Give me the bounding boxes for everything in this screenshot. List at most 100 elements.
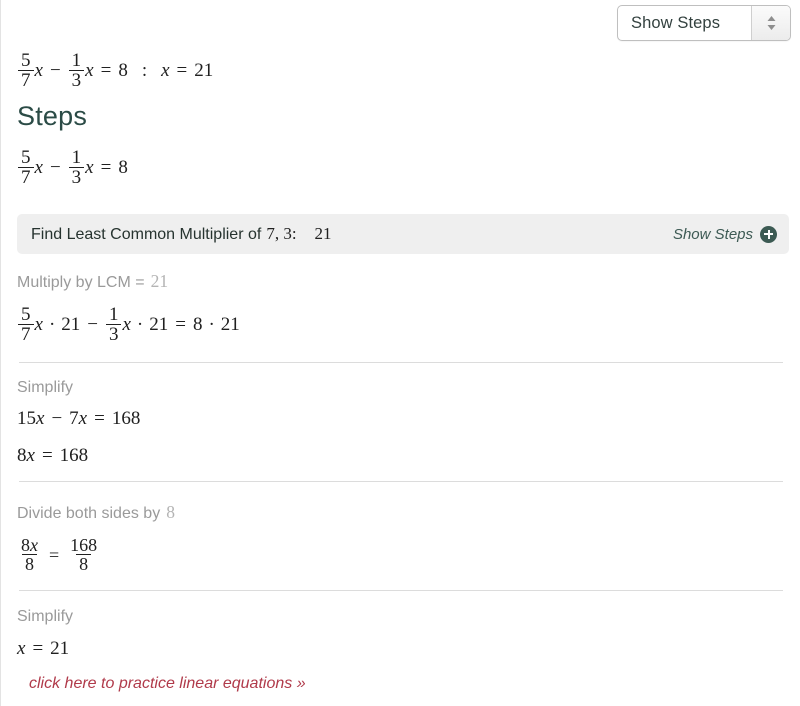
lcm-show-steps-label: Show Steps xyxy=(672,225,753,243)
step2b-var: x xyxy=(26,445,35,466)
restate-fraction-1-3: 1 3 xyxy=(68,147,85,188)
query-separator: : xyxy=(141,60,148,82)
lcm-text-prefix: Find Least Common Multiplier of xyxy=(31,226,262,243)
numerator: 5 xyxy=(21,147,31,168)
step1-dot-3: · xyxy=(208,314,215,336)
denominator: 3 xyxy=(68,70,85,91)
step4-value: 21 xyxy=(50,638,70,659)
step1-dot-1: · xyxy=(48,314,56,336)
query-answer-value: 21 xyxy=(194,60,214,82)
query-minus: − xyxy=(49,60,61,82)
step4-equation: x = 21 xyxy=(17,639,69,658)
query-var-1: x xyxy=(34,60,43,82)
steps-heading: Steps xyxy=(17,101,88,131)
lcm-numbers: 7, 3: xyxy=(266,224,297,243)
numerator: 5 xyxy=(21,304,31,325)
step1-equals: = xyxy=(175,314,186,336)
step1-fraction-1-3: 1 3 xyxy=(105,304,122,345)
query-rhs: 8 xyxy=(118,60,128,82)
denominator: 7 xyxy=(18,70,34,91)
numerator: 1 xyxy=(71,147,82,168)
step4-var: x xyxy=(17,638,26,659)
step1-fraction-5-7: 5 7 xyxy=(18,305,34,345)
toolbar: Show Steps xyxy=(1,0,800,46)
step-label-multiply-by-lcm: Multiply by LCM = 21 xyxy=(17,271,168,292)
step-label-simplify-1: Simplify xyxy=(17,379,73,397)
numerator: 1 xyxy=(108,304,119,325)
step2-rhs: 168 xyxy=(111,408,141,429)
step1-mult-2: 21 xyxy=(149,314,169,336)
query-answer-equals: = xyxy=(176,60,188,82)
numerator: 1 xyxy=(71,50,82,71)
show-steps-select-value: Show Steps xyxy=(631,13,721,32)
restate-rhs: 8 xyxy=(118,157,128,179)
denominator: 8 xyxy=(76,554,92,574)
step3-label-text: Divide both sides by xyxy=(17,505,161,522)
step2-minus: − xyxy=(51,408,63,429)
step1-label-text: Multiply by LCM = xyxy=(17,274,145,291)
show-steps-select[interactable]: Show Steps xyxy=(617,5,791,41)
step1-mult-1: 21 xyxy=(61,314,81,336)
lcm-description: Find Least Common Multiplier of 7, 3: 21 xyxy=(31,224,332,244)
divider-2 xyxy=(19,481,783,482)
step2-equation-line1: 15 x − 7x = 168 xyxy=(17,409,140,428)
query-answer-var: x xyxy=(161,60,170,82)
step1-minus: − xyxy=(87,314,98,336)
restate-minus: − xyxy=(49,157,61,179)
denominator: 8 xyxy=(22,554,37,574)
query-fraction-1-3: 1 3 xyxy=(68,50,85,91)
step1-dot-2: · xyxy=(136,314,144,336)
step3-fraction-left: 8x 8 xyxy=(18,536,41,574)
query-equals: = xyxy=(100,60,112,82)
step-label-simplify-2: Simplify xyxy=(17,608,73,626)
lcm-panel[interactable]: Find Least Common Multiplier of 7, 3: 21… xyxy=(17,214,789,254)
step1-lcm-value: 21 xyxy=(150,271,169,291)
step2b-rhs: 168 xyxy=(59,445,89,466)
lcm-show-steps-button[interactable]: Show Steps xyxy=(672,225,777,243)
divider-3 xyxy=(19,590,783,591)
select-spinner-arrows[interactable] xyxy=(751,6,790,40)
step3-num-var: x xyxy=(30,535,38,555)
query-fraction-5-7: 5 7 xyxy=(18,51,34,91)
step2b-coef: 8 xyxy=(17,445,27,466)
step1-var-2: x xyxy=(122,314,131,336)
practice-linear-equations-link[interactable]: click here to practice linear equations … xyxy=(29,675,306,693)
numerator: 8x xyxy=(18,536,41,554)
denominator: 7 xyxy=(18,167,34,188)
numerator: 168 xyxy=(70,535,98,555)
step3-divisor-value: 8 xyxy=(166,502,175,522)
step-label-divide-both-sides: Divide both sides by 8 xyxy=(17,502,175,523)
query-var-2: x xyxy=(85,60,94,82)
restate-var-1: x xyxy=(34,157,43,179)
step3-equals: = xyxy=(49,544,60,565)
step3-fraction-right: 168 8 xyxy=(67,536,100,574)
step3-num-coef: 8 xyxy=(21,535,30,555)
plus-circle-icon[interactable] xyxy=(760,225,777,243)
step1-equation: 5 7 x · 21 − 1 3 x · 21 = 8 · 21 xyxy=(17,305,240,345)
step2-coef-a: 15 xyxy=(17,408,36,429)
step3-equation: 8x 8 = 168 8 xyxy=(17,536,101,574)
denominator: 7 xyxy=(18,324,34,345)
updown-spinner-icon xyxy=(766,14,777,32)
step2-coef-b: 7 xyxy=(69,408,79,429)
numerator: 5 xyxy=(21,50,31,71)
restate-equals: = xyxy=(100,157,112,179)
step2b-equals: = xyxy=(41,445,53,466)
step4-equals: = xyxy=(32,638,44,659)
step1-rhs-mult: 21 xyxy=(220,314,240,336)
step2-equals: = xyxy=(94,408,105,429)
restate-fraction-5-7: 5 7 xyxy=(18,148,34,188)
step2-var-1: x xyxy=(36,408,45,429)
step2-label-text: Simplify xyxy=(17,379,74,396)
step1-rhs: 8 xyxy=(192,314,203,336)
step1-var-1: x xyxy=(34,314,43,336)
step2-equation-line2: 8x = 168 xyxy=(17,446,88,465)
step4-label-text: Simplify xyxy=(17,608,74,625)
divider-1 xyxy=(19,362,783,363)
step2-var-2: x xyxy=(78,408,88,429)
lcm-result-value: 21 xyxy=(314,224,332,243)
query-expression: 5 7 x − 1 3 x = 8 : x = 21 xyxy=(17,51,213,91)
restated-equation: 5 7 x − 1 3 x = 8 xyxy=(17,148,128,188)
denominator: 3 xyxy=(68,167,85,188)
restate-var-2: x xyxy=(85,157,94,179)
